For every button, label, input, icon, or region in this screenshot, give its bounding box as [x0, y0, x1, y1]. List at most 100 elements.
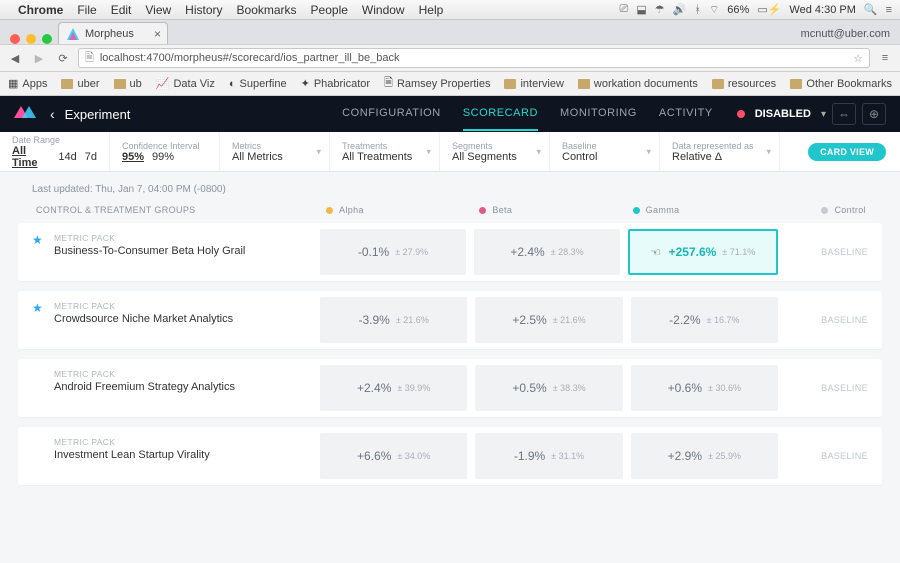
filter-bar: Date Range All Time 14d 7d Confidence In…: [0, 132, 900, 172]
metric-row[interactable]: METRIC PACKAndroid Freemium Strategy Ana…: [18, 359, 882, 417]
cell-value: +2.4%: [357, 381, 391, 395]
metric-cell[interactable]: -2.2%± 16.7%: [631, 297, 778, 343]
bm-ub[interactable]: ub: [114, 78, 142, 90]
chrome-menu-icon[interactable]: ≡: [876, 52, 894, 64]
filter-segments[interactable]: Segments All Segments▾: [440, 132, 550, 171]
experiment-state[interactable]: DISABLED ▾: [737, 108, 826, 120]
window-controls[interactable]: [6, 29, 58, 44]
url-text: localhost:4700/morpheus#/scorecard/ios_p…: [100, 52, 400, 64]
spotlight-icon[interactable]: 🔍: [864, 3, 878, 16]
nav-forward-icon[interactable]: ▶: [30, 52, 48, 65]
metric-cell[interactable]: +2.9%± 25.9%: [631, 433, 778, 479]
filter-baseline[interactable]: Baseline Control▾: [550, 132, 660, 171]
metric-row[interactable]: ★METRIC PACKCrowdsource Niche Market Ana…: [18, 291, 882, 349]
tab-close-icon[interactable]: ×: [154, 27, 161, 41]
app-logo-icon[interactable]: [14, 106, 36, 122]
filter-date-range[interactable]: Date Range All Time 14d 7d: [0, 132, 110, 171]
battery-icon[interactable]: ▭⚡: [757, 3, 781, 16]
nav-back-icon[interactable]: ◀: [6, 52, 24, 65]
baseline-cell: BASELINE: [782, 359, 882, 417]
metric-cell[interactable]: +2.4%± 39.9%: [320, 365, 467, 411]
metric-cell[interactable]: -1.9%± 31.1%: [475, 433, 622, 479]
mac-menu-view[interactable]: View: [145, 3, 171, 17]
other-bookmarks[interactable]: Other Bookmarks: [790, 78, 892, 90]
metric-cell[interactable]: +2.4%± 28.3%: [474, 229, 620, 275]
groups-header: CONTROL & TREATMENT GROUPS Alpha Beta Ga…: [18, 205, 882, 223]
filter-representation[interactable]: Data represented as Relative Δ▾: [660, 132, 780, 171]
window-close-icon[interactable]: [10, 34, 20, 44]
metric-pack-label: METRIC PACK: [54, 301, 302, 311]
mac-menu-edit[interactable]: Edit: [111, 3, 132, 17]
filter-confidence-interval[interactable]: Confidence Interval 95% 99%: [110, 132, 220, 171]
chevron-down-icon: ▾: [821, 109, 826, 120]
bluetooth-icon[interactable]: ᚼ: [694, 4, 701, 16]
metric-cell[interactable]: +6.6%± 34.0%: [320, 433, 467, 479]
star-icon[interactable]: ★: [32, 301, 43, 315]
settings-icon[interactable]: ⊕: [862, 103, 886, 125]
clock[interactable]: Wed 4:30 PM: [789, 4, 855, 16]
star-icon[interactable]: ★: [32, 233, 43, 247]
baseline-cell: BASELINE: [782, 427, 882, 485]
card-view-button[interactable]: CARD VIEW: [808, 143, 886, 161]
metric-cell[interactable]: ☜+257.6%± 71.1%: [628, 229, 778, 275]
window-zoom-icon[interactable]: [42, 34, 52, 44]
group-col-gamma: Gamma: [623, 205, 776, 215]
metric-cell[interactable]: +0.6%± 30.6%: [631, 365, 778, 411]
beta-dot-icon: [479, 207, 486, 214]
screenshare-icon[interactable]: ⎚: [620, 3, 629, 16]
metric-row[interactable]: METRIC PACKInvestment Lean Startup Viral…: [18, 427, 882, 485]
mac-menu-window[interactable]: Window: [362, 3, 405, 17]
bm-interview[interactable]: interview: [504, 78, 563, 90]
cell-value: -3.9%: [359, 313, 390, 327]
cell-ci: ± 21.6%: [553, 315, 586, 325]
mac-menu-help[interactable]: Help: [419, 3, 444, 17]
umbrella-icon[interactable]: ☂: [655, 3, 665, 16]
bm-phabricator[interactable]: ✦ Phabricator: [301, 77, 370, 90]
filter-treatments[interactable]: Treatments All Treatments▾: [330, 132, 440, 171]
browser-account[interactable]: mcnutt@uber.com: [791, 24, 900, 44]
cell-ci: ± 27.9%: [395, 247, 428, 257]
tab-monitoring[interactable]: MONITORING: [560, 97, 637, 131]
tab-configuration[interactable]: CONFIGURATION: [342, 97, 441, 131]
embed-icon[interactable]: ⇔: [832, 103, 856, 125]
cell-ci: ± 16.7%: [707, 315, 740, 325]
window-minimize-icon[interactable]: [26, 34, 36, 44]
bm-ramsey[interactable]: 🗎 Ramsey Properties: [384, 74, 490, 93]
mac-menu-bookmarks[interactable]: Bookmarks: [237, 3, 297, 17]
bm-dataviz[interactable]: 📈 Data Viz: [156, 77, 215, 90]
metric-cell[interactable]: +0.5% ± 38.3%: [475, 365, 622, 411]
notifications-icon[interactable]: ≡: [886, 4, 892, 16]
tab-activity[interactable]: ACTIVITY: [659, 97, 713, 131]
nav-reload-icon[interactable]: ⟳: [54, 52, 72, 65]
apps-button[interactable]: ▦ Apps: [8, 77, 47, 90]
metric-pack-label: METRIC PACK: [54, 369, 302, 379]
scorecard-body: Last updated: Thu, Jan 7, 04:00 PM (-080…: [0, 172, 900, 507]
filter-metrics[interactable]: Metrics All Metrics▾: [220, 132, 330, 171]
metric-cell[interactable]: -3.9%± 21.6%: [320, 297, 467, 343]
metric-row[interactable]: ★METRIC PACKBusiness-To-Consumer Beta Ho…: [18, 223, 882, 281]
metric-cell[interactable]: +2.5%± 21.6%: [475, 297, 622, 343]
mac-menu-people[interactable]: People: [311, 3, 348, 17]
bm-resources[interactable]: resources: [712, 78, 776, 90]
alpha-dot-icon: [326, 207, 333, 214]
bookmark-star-icon[interactable]: ☆: [853, 52, 863, 65]
tab-scorecard[interactable]: SCORECARD: [463, 97, 538, 131]
bm-uber[interactable]: uber: [61, 78, 99, 90]
metric-cell[interactable]: -0.1%± 27.9%: [320, 229, 466, 275]
mac-menu-history[interactable]: History: [185, 3, 222, 17]
page-icon: 🗎: [85, 49, 94, 68]
metric-name: Business-To-Consumer Beta Holy Grail: [54, 245, 302, 257]
volume-icon[interactable]: 🔊: [673, 3, 687, 16]
bm-superfine[interactable]: ◐ Superfine: [229, 78, 287, 90]
cell-ci: ± 38.3%: [553, 383, 586, 393]
browser-tab[interactable]: Morpheus ×: [58, 22, 168, 44]
dropbox-icon[interactable]: ⬓: [636, 3, 646, 16]
breadcrumb-back-icon[interactable]: ‹: [50, 106, 55, 122]
battery-percent: 66%: [727, 4, 749, 16]
mac-menu-file[interactable]: File: [77, 3, 96, 17]
address-bar[interactable]: 🗎 localhost:4700/morpheus#/scorecard/ios…: [78, 48, 870, 68]
wifi-icon[interactable]: ⌔: [709, 3, 719, 17]
cell-value: +0.5%: [512, 381, 546, 395]
mac-app-name[interactable]: Chrome: [18, 3, 63, 17]
bm-workation[interactable]: workation documents: [578, 78, 698, 90]
